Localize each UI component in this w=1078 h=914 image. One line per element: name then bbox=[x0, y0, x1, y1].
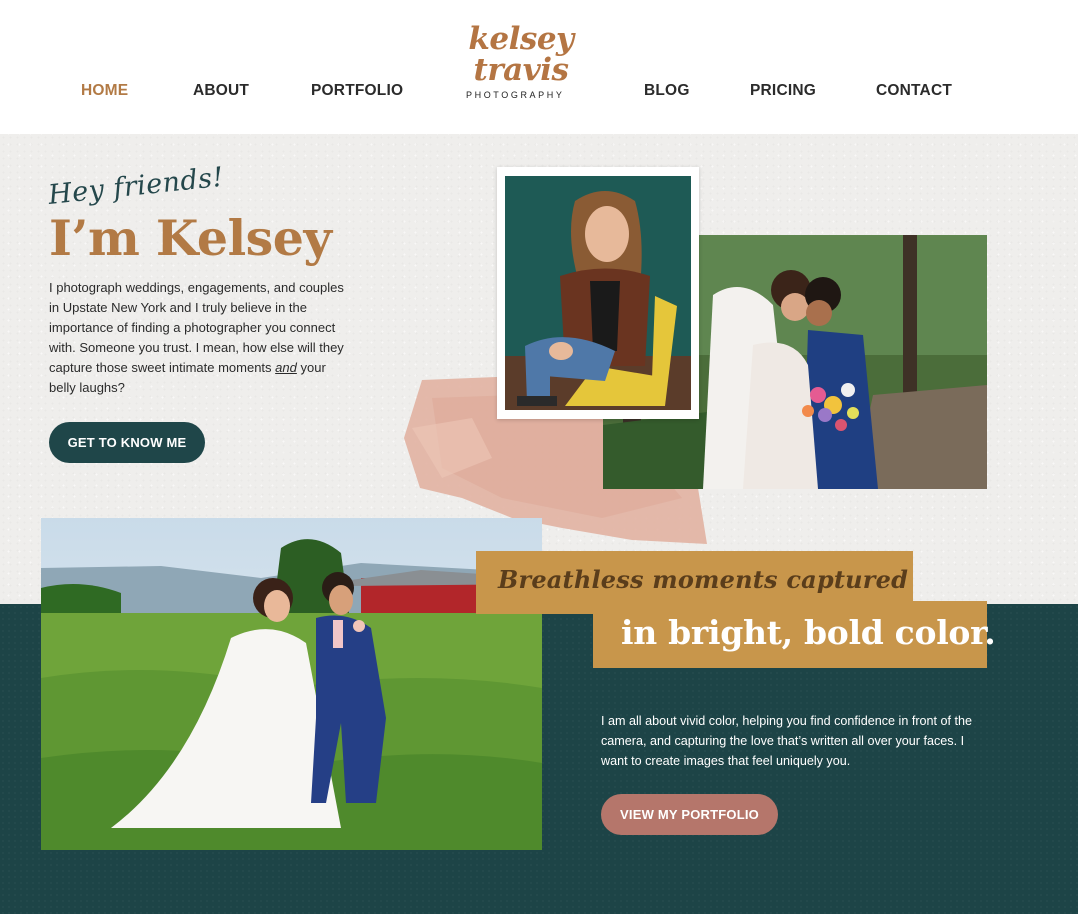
tagline-box-2: in bright, bold color. bbox=[593, 601, 996, 668]
site-header: HOME ABOUT PORTFOLIO kelsey travis PHOTO… bbox=[0, 0, 1078, 134]
logo-subtitle: PHOTOGRAPHY bbox=[466, 90, 565, 100]
nav-about[interactable]: ABOUT bbox=[193, 82, 249, 100]
nav-portfolio[interactable]: PORTFOLIO bbox=[311, 82, 403, 100]
logo-line-2: travis bbox=[473, 52, 569, 88]
nav-pricing[interactable]: PRICING bbox=[750, 82, 816, 100]
nav-blog[interactable]: BLOG bbox=[644, 82, 690, 100]
feature-text: I am all about vivid color, helping you … bbox=[601, 714, 973, 768]
nav-contact[interactable]: CONTACT bbox=[876, 82, 952, 100]
hero-intro-text: I photograph weddings, engagements, and … bbox=[49, 278, 349, 398]
bride-groom-field-photo bbox=[41, 518, 542, 850]
tagline-1: Breathless moments captured bbox=[498, 565, 909, 594]
view-portfolio-button[interactable]: VIEW MY PORTFOLIO bbox=[601, 794, 778, 835]
nav-home[interactable]: HOME bbox=[81, 82, 128, 100]
hero-title: I’m Kelsey bbox=[49, 209, 332, 267]
logo-line-1: kelsey bbox=[468, 21, 574, 57]
get-to-know-me-button[interactable]: GET TO KNOW ME bbox=[49, 422, 205, 463]
hero-text-emphasis: and bbox=[275, 360, 297, 375]
site-logo[interactable]: kelsey travis PHOTOGRAPHY bbox=[460, 24, 582, 104]
kelsey-portrait-photo bbox=[505, 176, 691, 410]
tagline-2: in bright, bold color. bbox=[621, 613, 996, 652]
